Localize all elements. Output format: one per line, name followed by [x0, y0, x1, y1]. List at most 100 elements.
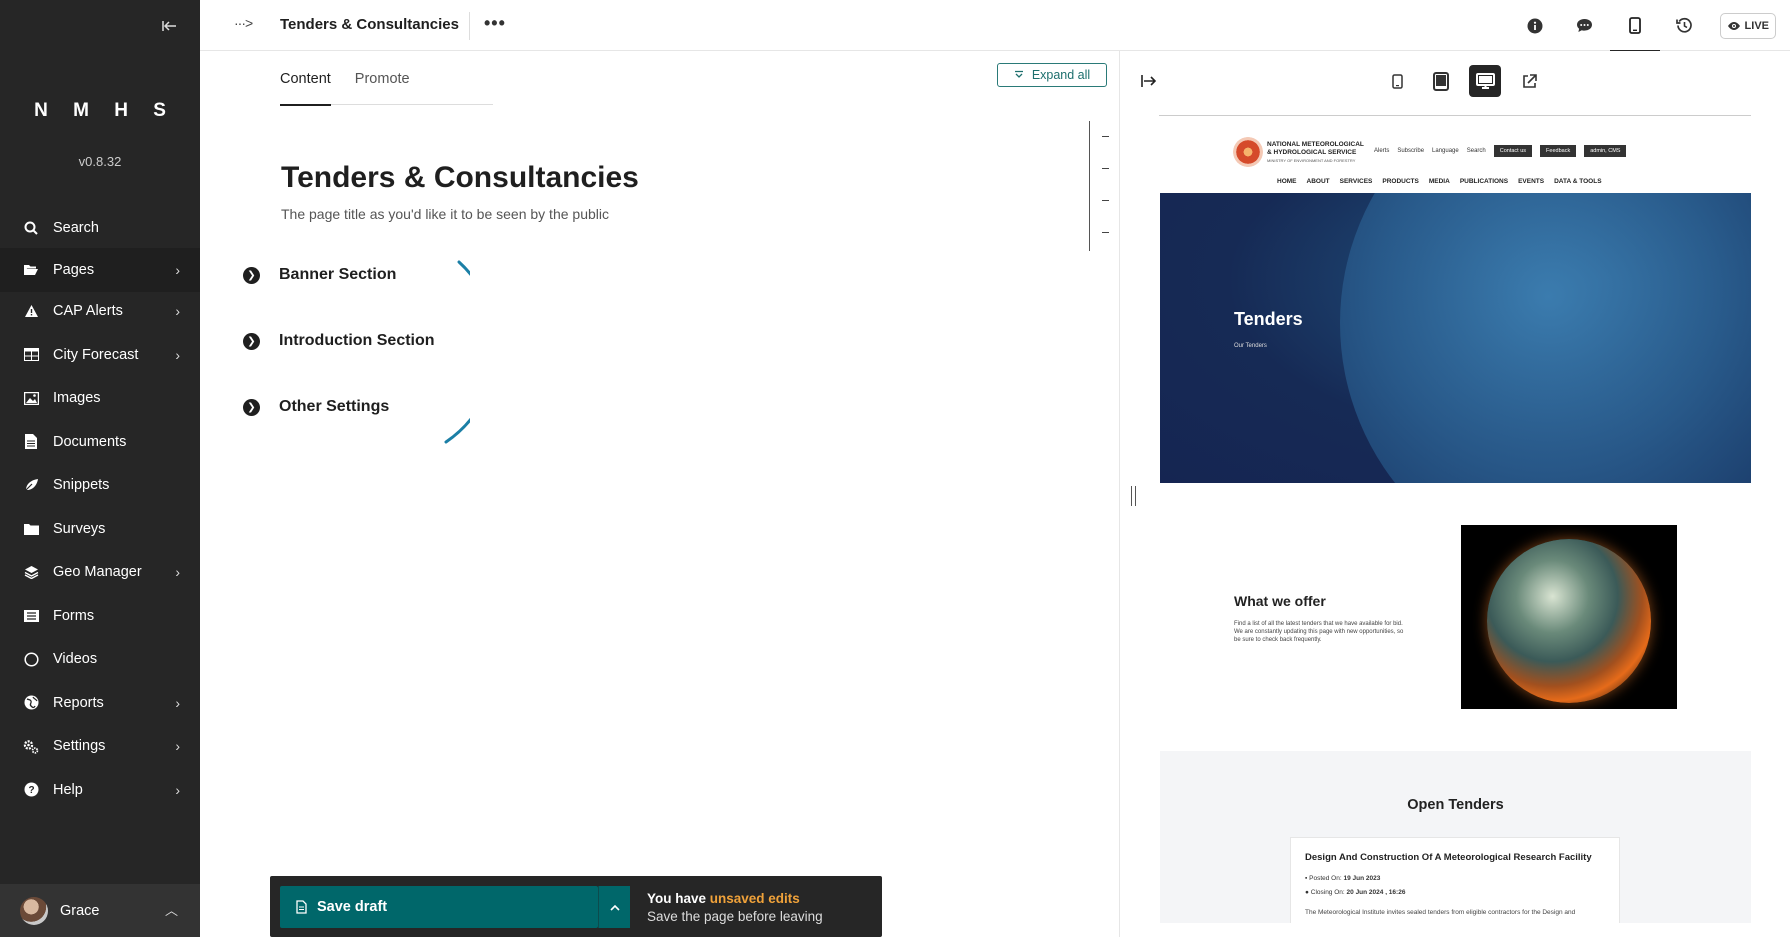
image-icon [22, 389, 40, 407]
history-button[interactable] [1660, 0, 1710, 51]
sidebar-item-reports[interactable]: Reports › [0, 681, 200, 725]
eye-icon [1727, 21, 1740, 30]
sidebar-item-label: Surveys [53, 520, 106, 537]
sidebar-item-search[interactable]: Search [0, 210, 200, 246]
chevron-right-icon: › [175, 781, 180, 798]
sidebar-item-settings[interactable]: Settings › [0, 725, 200, 769]
sidebar-item-label: City Forecast [53, 346, 139, 363]
chevron-right-icon: › [175, 694, 180, 711]
preview-toggle-button[interactable] [1609, 0, 1660, 52]
minimap[interactable] [1089, 121, 1109, 251]
tender-card[interactable]: Design And Construction Of A Meteorologi… [1290, 837, 1620, 923]
save-draft-button[interactable]: Save draft [280, 886, 598, 928]
preview-device-switcher [1381, 65, 1545, 97]
site-feedback-button[interactable]: Feedback [1540, 145, 1577, 157]
site-admin-button[interactable]: admin, CMS [1584, 145, 1627, 157]
open-in-new-tab-button[interactable] [1513, 65, 1545, 97]
site-logo [1233, 137, 1263, 167]
account-menu[interactable]: Grace ︿ [0, 884, 200, 937]
preview-desktop-button[interactable] [1469, 65, 1501, 97]
tab-promote[interactable]: Promote [355, 51, 410, 105]
mobile-icon [1628, 17, 1641, 34]
site-util-alerts[interactable]: Alerts [1374, 148, 1389, 154]
warning-icon [22, 302, 40, 320]
header-actions: LIVE [1510, 0, 1790, 52]
tender-closing-label: Closing On: [1310, 889, 1345, 896]
sidebar-item-label: Settings [53, 738, 106, 755]
collapse-sidebar-button[interactable] [158, 16, 182, 40]
tender-closing: ● Closing On: 20 Jun 2024 , 16:26 [1305, 889, 1405, 896]
live-status-link[interactable]: LIVE [1719, 12, 1776, 39]
section-label: Other Settings [279, 398, 390, 415]
app-logo: N M H S [34, 100, 176, 121]
sidebar-item-label: Reports [53, 694, 104, 711]
preview-mobile-button[interactable] [1381, 65, 1413, 97]
app-root: N M H S v0.8.32 Search Pages › CAP Alert… [0, 0, 1790, 937]
sidebar-menu: Search Pages › CAP Alerts › City Forecas… [0, 210, 200, 812]
tablet-icon [1433, 71, 1449, 91]
hero-title: Tenders [1234, 309, 1303, 329]
calendar-icon: ▪ [1305, 875, 1308, 882]
sidebar-item-label: Videos [53, 651, 98, 668]
sidebar-item-forms[interactable]: Forms [0, 594, 200, 638]
section-other-settings[interactable]: ❯ Other Settings [243, 398, 389, 416]
site-util-subscribe[interactable]: Subscribe [1397, 148, 1424, 154]
section-banner[interactable]: ❯ Banner Section [243, 266, 396, 284]
hero-globe-image [1340, 193, 1751, 483]
avatar [20, 896, 48, 925]
page-header: ···> Tenders & Consultancies ••• LIVE [200, 0, 1790, 52]
expand-all-label: Expand all [1031, 68, 1091, 82]
preview-divider [1159, 115, 1751, 116]
unsaved-subtext: Save the page before leaving [647, 909, 823, 924]
chevron-up-icon [609, 904, 620, 911]
minimap-mark[interactable] [1102, 232, 1109, 233]
breadcrumb-toggle[interactable]: ···> [234, 15, 253, 31]
site-nav-item[interactable]: DATA & TOOLS [1554, 178, 1601, 185]
minimap-mark[interactable] [1102, 136, 1109, 137]
site-nav-item[interactable]: PRODUCTS [1382, 178, 1418, 185]
site-contact-button[interactable]: Contact us [1493, 145, 1533, 157]
sidebar-item-documents[interactable]: Documents [0, 420, 200, 464]
site-nav-item[interactable]: HOME [1277, 178, 1297, 185]
sidebar-item-pages[interactable]: Pages › [0, 248, 200, 292]
sidebar-item-snippets[interactable]: Snippets [0, 464, 200, 508]
minimap-mark[interactable] [1102, 168, 1109, 169]
site-nav-item[interactable]: MEDIA [1429, 178, 1450, 185]
more-save-actions-button[interactable] [598, 886, 630, 928]
expand-all-button[interactable]: Expand all [997, 63, 1107, 87]
preview-tablet-button[interactable] [1425, 65, 1457, 97]
sidebar-item-cap-alerts[interactable]: CAP Alerts › [0, 290, 200, 334]
sidebar-item-city-forecast[interactable]: City Forecast › [0, 333, 200, 377]
section-introduction[interactable]: ❯ Introduction Section [243, 332, 435, 350]
site-util-search[interactable]: Search [1467, 148, 1486, 154]
page-title-field[interactable]: Tenders & Consultancies [281, 161, 639, 195]
site-nav-item[interactable]: ABOUT [1307, 178, 1330, 185]
site-nav-item[interactable]: PUBLICATIONS [1460, 178, 1508, 185]
comments-button[interactable] [1560, 0, 1610, 51]
sidebar-item-videos[interactable]: Videos [0, 638, 200, 682]
document-icon [296, 900, 307, 914]
info-button[interactable] [1510, 0, 1560, 51]
close-preview-button[interactable] [1141, 74, 1157, 92]
resize-handle[interactable] [1131, 486, 1136, 506]
external-link-icon [1522, 73, 1537, 88]
preview-frame[interactable]: NATIONAL METEOROLOGICAL & HYDROLOGICAL S… [1160, 123, 1751, 923]
more-actions-button[interactable]: ••• [484, 13, 506, 34]
minimap-mark[interactable] [1102, 200, 1109, 201]
tab-content[interactable]: Content [280, 51, 331, 106]
history-icon [1676, 17, 1692, 33]
chevron-up-icon: ︿ [164, 903, 178, 918]
sidebar-item-geo-manager[interactable]: Geo Manager › [0, 551, 200, 595]
sidebar-item-images[interactable]: Images [0, 377, 200, 421]
sidebar: N M H S v0.8.32 Search Pages › CAP Alert… [0, 0, 200, 937]
sidebar-item-surveys[interactable]: Surveys [0, 507, 200, 551]
site-util-language[interactable]: Language [1432, 148, 1459, 154]
site-org-tagline: MINISTRY OF ENVIRONMENT AND FORESTRY [1267, 158, 1356, 163]
site-nav-item[interactable]: EVENTS [1518, 178, 1544, 185]
sidebar-item-help[interactable]: ? Help › [0, 768, 200, 812]
site-nav-item[interactable]: SERVICES [1340, 178, 1373, 185]
live-label: LIVE [1744, 19, 1769, 32]
list-icon [22, 607, 40, 625]
sidebar-item-label: Geo Manager [53, 564, 142, 581]
earth-graphic [1487, 539, 1651, 703]
